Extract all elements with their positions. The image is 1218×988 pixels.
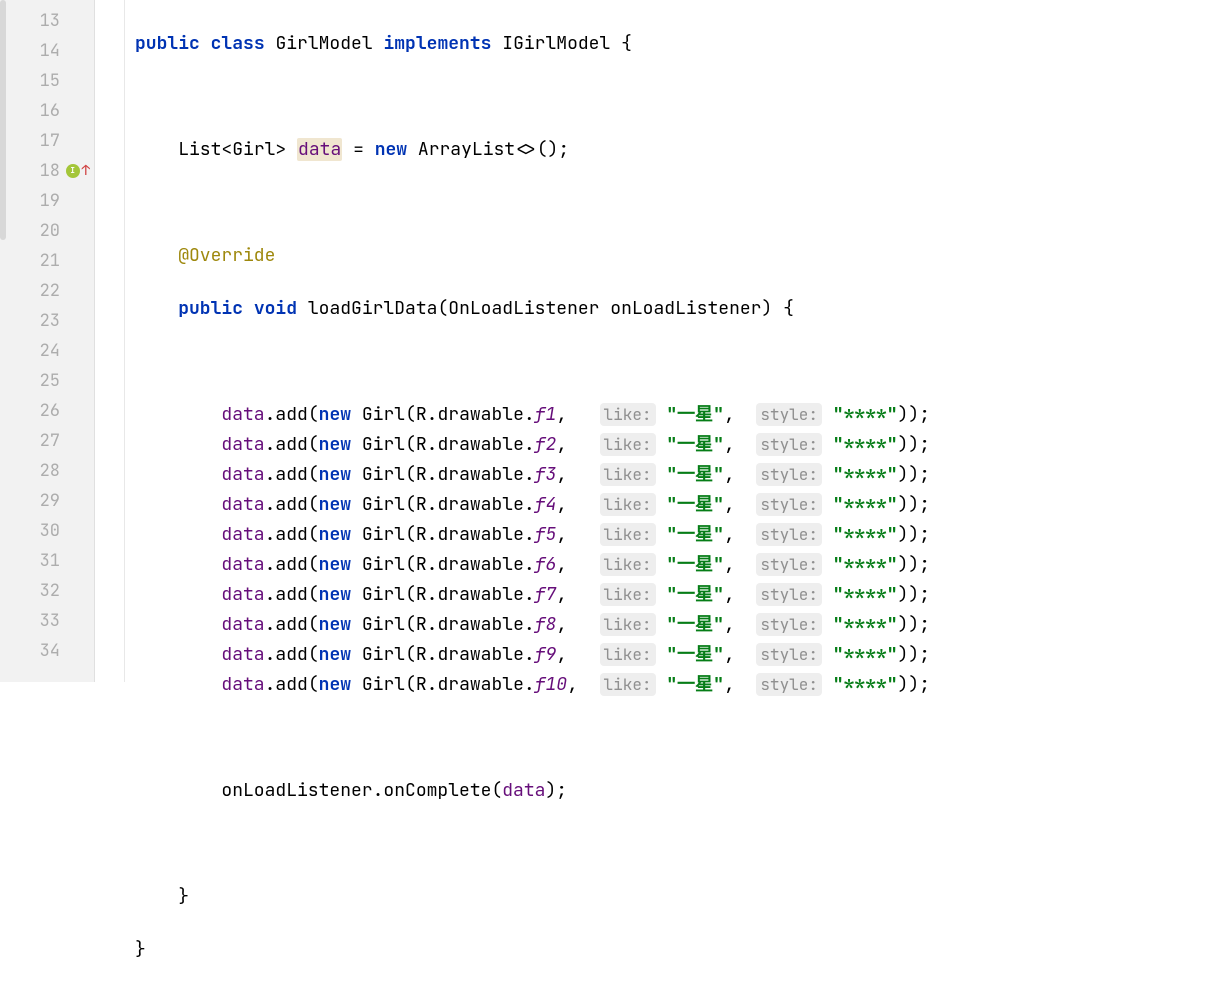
parameter-hint: like: (600, 673, 656, 696)
drawable-ref: f10 (535, 673, 567, 696)
line-number[interactable]: 22 (0, 276, 94, 306)
line-number[interactable]: 29 (0, 486, 94, 516)
drawable-ref: f6 (535, 553, 557, 576)
code-line[interactable]: data.add(new Girl(R.drawable.f9, like: "… (135, 640, 1218, 670)
line-number[interactable]: 16 (0, 96, 94, 126)
drawable-ref: f8 (535, 613, 557, 636)
parameter-hint: like: (600, 493, 656, 516)
parameter-hint: style: (756, 433, 822, 456)
line-number[interactable]: 13 (0, 6, 94, 36)
parameter-hint: like: (600, 523, 656, 546)
override-marker-icon[interactable]: I (66, 164, 80, 178)
code-line[interactable] (135, 723, 1218, 753)
code-line[interactable]: public void loadGirlData(OnLoadListener … (135, 294, 1218, 324)
keyword-implements: implements (383, 32, 491, 55)
parameter-hint: style: (756, 463, 822, 486)
line-number[interactable]: 32 (0, 576, 94, 606)
line-number[interactable]: 33 (0, 606, 94, 636)
code-line[interactable] (135, 829, 1218, 859)
parameter-hint: like: (600, 583, 656, 606)
parameter-hint: style: (756, 493, 822, 516)
code-line[interactable]: data.add(new Girl(R.drawable.f5, like: "… (135, 520, 1218, 550)
line-number-gutter: 13 14 15 16 17 18 I ↑ 19 20 21 22 23 24 … (0, 0, 95, 682)
parameter-hint: like: (600, 553, 656, 576)
parameter-hint: like: (600, 643, 656, 666)
code-line[interactable]: data.add(new Girl(R.drawable.f2, like: "… (135, 430, 1218, 460)
parameter-hint: like: (600, 403, 656, 426)
code-line[interactable]: } (135, 882, 1218, 912)
code-editor[interactable]: public class GirlModel implements IGirlM… (125, 0, 1218, 682)
line-number[interactable]: 21 (0, 246, 94, 276)
line-number[interactable]: 17 (0, 126, 94, 156)
code-line[interactable] (135, 188, 1218, 218)
line-number[interactable]: 20 (0, 216, 94, 246)
keyword-class: class (211, 32, 265, 55)
line-number[interactable]: 23 (0, 306, 94, 336)
line-number[interactable]: 30 (0, 516, 94, 546)
drawable-ref: f3 (535, 463, 557, 486)
parameter-hint: style: (756, 523, 822, 546)
drawable-ref: f2 (535, 433, 557, 456)
fold-column[interactable] (95, 0, 125, 682)
line-number[interactable]: 15 (0, 66, 94, 96)
parameter-hint: style: (756, 583, 822, 606)
drawable-ref: f7 (535, 583, 557, 606)
parameter-hint: style: (756, 613, 822, 636)
line-number[interactable]: 31 (0, 546, 94, 576)
implements-up-arrow-icon[interactable]: ↑ (82, 162, 90, 180)
line-number[interactable]: 24 (0, 336, 94, 366)
code-line[interactable]: data.add(new Girl(R.drawable.f3, like: "… (135, 460, 1218, 490)
code-line[interactable]: data.add(new Girl(R.drawable.f10, like: … (135, 670, 1218, 700)
line-number[interactable]: 14 (0, 36, 94, 66)
parameter-hint: like: (600, 433, 656, 456)
code-line[interactable]: onLoadListener.onComplete(data); (135, 776, 1218, 806)
code-line[interactable]: data.add(new Girl(R.drawable.f4, like: "… (135, 490, 1218, 520)
code-line[interactable] (135, 347, 1218, 377)
code-line[interactable]: } (135, 935, 1218, 965)
drawable-ref: f5 (535, 523, 557, 546)
field-data: data (297, 138, 342, 161)
code-line[interactable]: data.add(new Girl(R.drawable.f1, like: "… (135, 400, 1218, 430)
code-line[interactable]: data.add(new Girl(R.drawable.f7, like: "… (135, 580, 1218, 610)
parameter-hint: style: (756, 553, 822, 576)
code-line[interactable]: public class GirlModel implements IGirlM… (135, 29, 1218, 59)
line-number[interactable]: 25 (0, 366, 94, 396)
parameter-hint: style: (756, 643, 822, 666)
annotation-override: @Override (178, 244, 275, 267)
line-number[interactable]: 28 (0, 456, 94, 486)
code-line[interactable] (135, 82, 1218, 112)
parameter-hint: like: (600, 613, 656, 636)
drawable-ref: f4 (535, 493, 557, 516)
code-line[interactable]: data.add(new Girl(R.drawable.f8, like: "… (135, 610, 1218, 640)
interface-name: IGirlModel (502, 32, 610, 55)
method-name: loadGirlData (308, 297, 438, 320)
code-line[interactable]: List<Girl> data = new ArrayList<>(); (135, 135, 1218, 165)
drawable-ref: f9 (535, 643, 557, 666)
class-name: GirlModel (275, 32, 372, 55)
parameter-hint: style: (756, 403, 822, 426)
line-number[interactable]: 26 (0, 396, 94, 426)
keyword-public: public (135, 32, 200, 55)
code-line[interactable]: data.add(new Girl(R.drawable.f6, like: "… (135, 550, 1218, 580)
line-number[interactable]: 34 (0, 636, 94, 666)
line-number[interactable]: 19 (0, 186, 94, 216)
code-line[interactable]: @Override (135, 241, 1218, 271)
line-number[interactable]: 27 (0, 426, 94, 456)
line-number[interactable]: 18 I ↑ (0, 156, 94, 186)
drawable-ref: f1 (535, 403, 557, 426)
parameter-hint: like: (600, 463, 656, 486)
parameter-hint: style: (756, 673, 822, 696)
